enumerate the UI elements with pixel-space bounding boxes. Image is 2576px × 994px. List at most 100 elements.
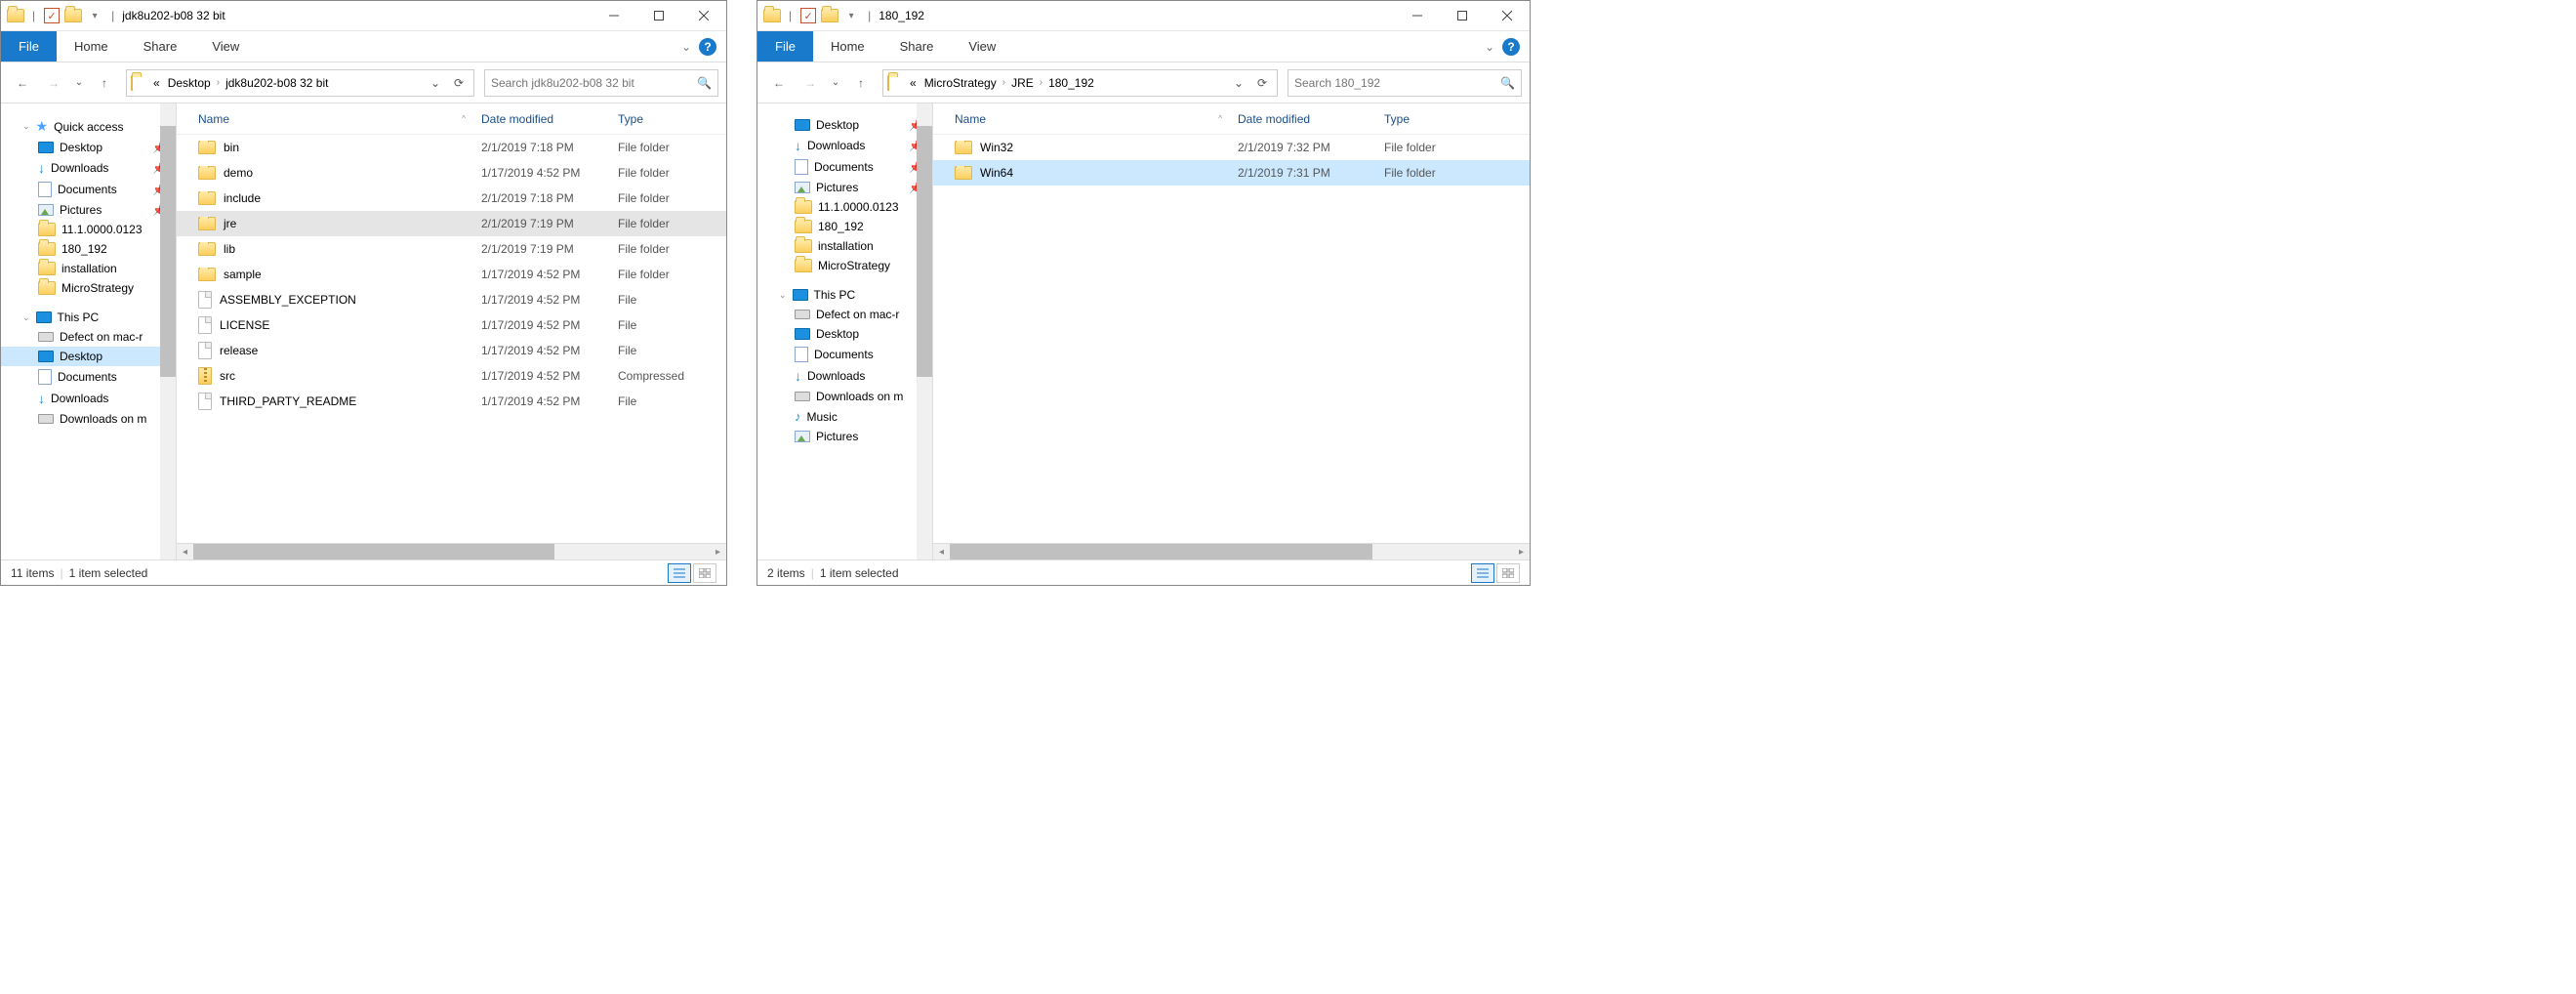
file-row[interactable]: jre2/1/2019 7:19 PMFile folder — [177, 211, 726, 236]
file-row[interactable]: include2/1/2019 7:18 PMFile folder — [177, 186, 726, 211]
column-date[interactable]: Date modified — [1230, 112, 1376, 126]
close-button[interactable] — [1485, 1, 1530, 31]
icons-view-button[interactable] — [1496, 563, 1520, 583]
folder-icon[interactable] — [821, 7, 838, 24]
chevron-right-icon[interactable]: › — [216, 77, 221, 88]
nav-item[interactable]: ↓Downloads — [757, 365, 932, 387]
titlebar[interactable]: | ✓ ▾ | jdk8u202-b08 32 bit — [1, 1, 726, 31]
nav-item[interactable]: Downloads on m — [757, 387, 932, 406]
breadcrumb-segment[interactable]: MicroStrategy — [921, 76, 1000, 90]
nav-item[interactable]: Desktop — [1, 347, 176, 366]
address-dropdown-icon[interactable]: ⌄ — [425, 72, 446, 94]
horizontal-scrollbar[interactable]: ◂ ▸ — [177, 543, 726, 559]
nav-item[interactable]: Pictures — [757, 427, 932, 446]
tab-view[interactable]: View — [194, 31, 257, 62]
minimize-button[interactable] — [592, 1, 636, 31]
chevron-right-icon[interactable]: › — [1039, 77, 1043, 88]
maximize-button[interactable] — [1440, 1, 1485, 31]
icons-view-button[interactable] — [693, 563, 716, 583]
file-row[interactable]: THIRD_PARTY_README1/17/2019 4:52 PMFile — [177, 389, 726, 414]
nav-item[interactable]: Documents📌 — [1, 179, 176, 200]
search-box[interactable]: 🔍 — [484, 69, 718, 97]
nav-item[interactable]: Desktop📌 — [1, 138, 176, 157]
file-row[interactable]: LICENSE1/17/2019 4:52 PMFile — [177, 312, 726, 338]
file-row[interactable]: Win322/1/2019 7:32 PMFile folder — [933, 135, 1530, 160]
nav-item[interactable]: ↓Downloads📌 — [1, 157, 176, 179]
breadcrumb-segment[interactable]: JRE — [1008, 76, 1037, 90]
tab-file[interactable]: File — [757, 31, 813, 62]
nav-item[interactable]: ↓Downloads — [1, 388, 176, 409]
properties-icon[interactable]: ✓ — [43, 7, 61, 24]
forward-button[interactable]: → — [797, 69, 824, 97]
nav-scrollbar[interactable] — [917, 104, 932, 559]
titlebar[interactable]: | ✓ ▾ | 180_192 — [757, 1, 1530, 31]
nav-item[interactable]: Documents — [757, 344, 932, 365]
breadcrumb-segment[interactable]: jdk8u202-b08 32 bit — [223, 76, 331, 90]
file-row[interactable]: bin2/1/2019 7:18 PMFile folder — [177, 135, 726, 160]
collapse-icon[interactable]: ⌄ — [779, 290, 787, 301]
nav-pane[interactable]: Desktop📌↓Downloads📌Documents📌Pictures📌11… — [757, 104, 933, 559]
ribbon-expand-icon[interactable]: ⌄ — [681, 40, 691, 54]
search-input[interactable] — [1294, 76, 1500, 90]
minimize-button[interactable] — [1395, 1, 1440, 31]
nav-item[interactable]: Defect on mac-r — [757, 305, 932, 324]
file-row[interactable]: sample1/17/2019 4:52 PMFile folder — [177, 262, 726, 287]
chevron-right-icon[interactable]: › — [1002, 77, 1006, 88]
column-date[interactable]: Date modified — [473, 112, 610, 126]
nav-pane[interactable]: ⌄ ★ Quick access Desktop📌↓Downloads📌Docu… — [1, 104, 177, 559]
search-icon[interactable]: 🔍 — [1500, 76, 1515, 90]
crumb-overflow[interactable]: « — [150, 76, 163, 90]
address-bar[interactable]: « Desktop › jdk8u202-b08 32 bit ⌄ ⟳ — [126, 69, 474, 97]
up-button[interactable]: ↑ — [847, 69, 875, 97]
search-icon[interactable]: 🔍 — [697, 76, 712, 90]
file-row[interactable]: ASSEMBLY_EXCEPTION1/17/2019 4:52 PMFile — [177, 287, 726, 312]
tab-share[interactable]: Share — [126, 31, 195, 62]
nav-item[interactable]: MicroStrategy — [757, 256, 932, 275]
refresh-button[interactable]: ⟳ — [448, 72, 470, 94]
details-view-button[interactable] — [1471, 563, 1494, 583]
nav-item[interactable]: Desktop📌 — [757, 115, 932, 135]
nav-item[interactable]: 11.1.0000.0123 — [1, 220, 176, 239]
horizontal-scrollbar[interactable]: ◂ ▸ — [933, 543, 1530, 559]
up-button[interactable]: ↑ — [91, 69, 118, 97]
ribbon-expand-icon[interactable]: ⌄ — [1485, 40, 1494, 54]
search-input[interactable] — [491, 76, 697, 90]
file-row[interactable]: release1/17/2019 4:52 PMFile — [177, 338, 726, 363]
search-box[interactable]: 🔍 — [1288, 69, 1522, 97]
properties-icon[interactable]: ✓ — [799, 7, 817, 24]
details-view-button[interactable] — [668, 563, 691, 583]
qa-dropdown-icon[interactable]: ▾ — [842, 7, 860, 24]
this-pc-header[interactable]: ⌄ This PC — [1, 308, 176, 327]
this-pc-header[interactable]: ⌄ This PC — [757, 285, 932, 305]
collapse-icon[interactable]: ⌄ — [22, 312, 30, 323]
nav-item[interactable]: installation — [757, 236, 932, 256]
scroll-left-icon[interactable]: ◂ — [177, 547, 193, 558]
scroll-left-icon[interactable]: ◂ — [933, 547, 950, 558]
nav-scrollbar[interactable] — [160, 104, 176, 559]
back-button[interactable]: ← — [765, 69, 793, 97]
close-button[interactable] — [681, 1, 726, 31]
column-type[interactable]: Type — [610, 112, 708, 126]
nav-item[interactable]: Pictures📌 — [757, 178, 932, 197]
scroll-right-icon[interactable]: ▸ — [1513, 547, 1530, 558]
address-dropdown-icon[interactable]: ⌄ — [1228, 72, 1249, 94]
scroll-right-icon[interactable]: ▸ — [710, 547, 726, 558]
crumb-overflow[interactable]: « — [907, 76, 920, 90]
file-row[interactable]: src1/17/2019 4:52 PMCompressed — [177, 363, 726, 389]
nav-item[interactable]: Desktop — [757, 324, 932, 344]
tab-share[interactable]: Share — [882, 31, 952, 62]
file-row[interactable]: demo1/17/2019 4:52 PMFile folder — [177, 160, 726, 186]
tab-home[interactable]: Home — [57, 31, 126, 62]
nav-item[interactable]: Pictures📌 — [1, 200, 176, 220]
tab-home[interactable]: Home — [813, 31, 882, 62]
help-icon[interactable]: ? — [1502, 38, 1520, 56]
tab-file[interactable]: File — [1, 31, 57, 62]
folder-icon[interactable] — [64, 7, 82, 24]
recent-dropdown-icon[interactable]: ⌄ — [828, 69, 843, 97]
nav-item[interactable]: Defect on mac-r — [1, 327, 176, 347]
nav-item[interactable]: ♪Music — [757, 406, 932, 427]
back-button[interactable]: ← — [9, 69, 36, 97]
nav-item[interactable]: 180_192 — [1, 239, 176, 259]
file-row[interactable]: Win642/1/2019 7:31 PMFile folder — [933, 160, 1530, 186]
quick-access-header[interactable]: ⌄ ★ Quick access — [1, 115, 176, 138]
